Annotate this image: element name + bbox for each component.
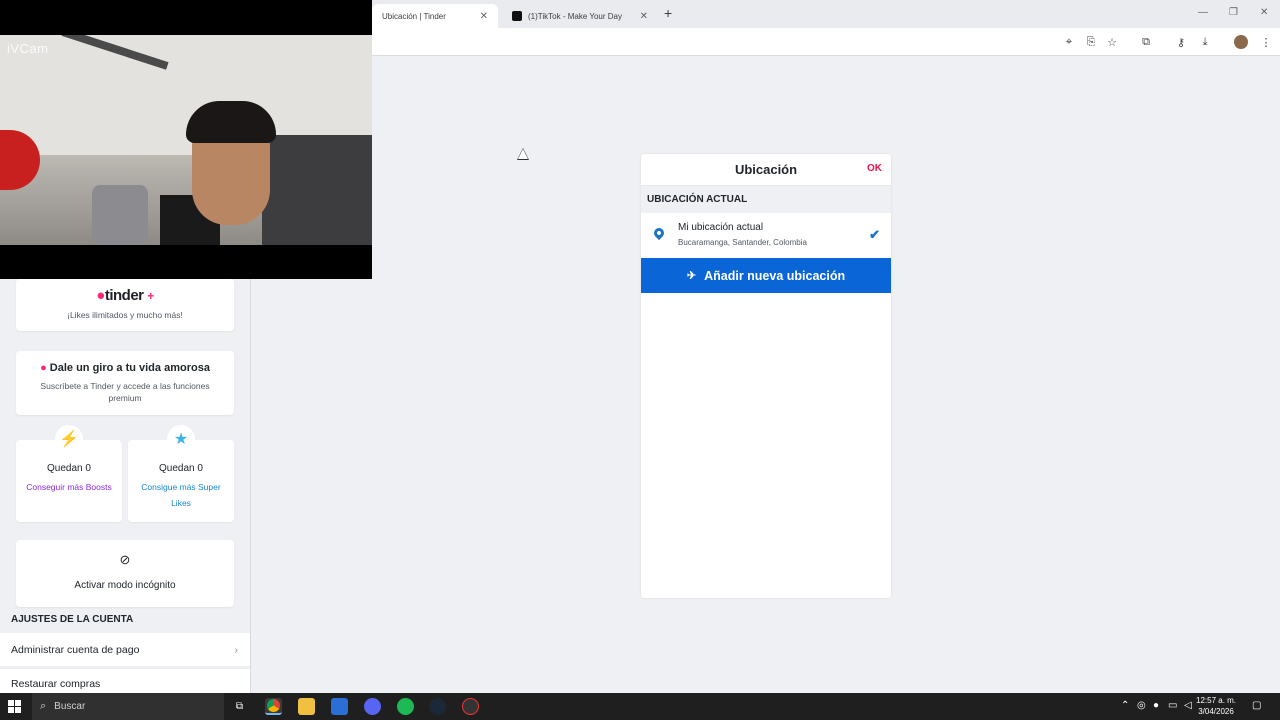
account-section-title: AJUSTES DE LA CUENTA [11,614,134,625]
store-icon[interactable] [331,698,348,715]
panel-header: Ubicación OK [641,154,891,186]
tab-tiktok[interactable]: (1)TikTok - Make Your Day ✕ [502,4,658,28]
notifications-icon[interactable]: ▢ [1252,700,1261,711]
promo-subtitle: Suscríbete a Tinder y accede a las funci… [40,381,210,403]
install-icon[interactable]: ⎘ [1084,35,1098,49]
key-icon[interactable]: ⚷ [1174,35,1188,49]
location-name: Mi ubicación actual [678,222,764,233]
extensions-icon[interactable]: ⧉ [1139,35,1153,49]
webcam-video [0,35,372,245]
download-icon[interactable]: ⤓ [1198,35,1212,49]
restore-icon[interactable]: ❐ [1229,7,1238,18]
microphone-icon[interactable]: ● [1153,700,1159,711]
webcam-label: iVCam [7,41,49,56]
current-location-section: UBICACIÓN ACTUAL [641,186,891,213]
webcam-tray-icon[interactable]: ◎ [1137,700,1146,711]
app-icon[interactable] [462,698,479,715]
boosts-count: Quedan 0 [47,463,91,474]
tiktok-favicon-icon [512,11,522,21]
flame-icon: ● [96,287,105,304]
taskbar-search[interactable]: ⌕ Buscar [32,693,224,720]
row-label: Restaurar compras [11,678,101,690]
flame-icon: ● [40,362,47,374]
task-view-icon[interactable]: ⧉ [231,698,248,715]
current-location-item[interactable]: Mi ubicación actual Bucaramanga, Santand… [641,213,891,258]
system-clock[interactable]: 12:57 a. m. 3/04/2026 [1196,695,1236,717]
menu-icon[interactable]: ⋮ [1259,35,1273,49]
file-explorer-icon[interactable] [298,698,315,715]
tab-close-icon[interactable]: ✕ [480,11,488,22]
steam-icon[interactable] [429,698,446,715]
lightning-icon: ⚡ [55,425,83,453]
incognito-label: Activar modo incógnito [74,580,176,591]
panel-title: Ubicación [734,162,798,177]
minimize-icon[interactable]: — [1198,7,1208,18]
incognito-card[interactable]: ⊘ Activar modo incógnito [16,540,234,607]
clock-date: 3/04/2026 [1198,707,1234,716]
superlikes-count: Quedan 0 [159,463,203,474]
star-icon: ★ [167,425,195,453]
location-panel: Ubicación OK UBICACIÓN ACTUAL Mi ubicaci… [641,154,891,598]
superlikes-link[interactable]: Consigue más Super Likes [138,479,224,511]
section-label: UBICACIÓN ACTUAL [647,194,748,205]
windows-start-icon[interactable] [8,700,21,713]
profile-avatar[interactable] [1234,35,1248,49]
row-label: Administrar cuenta de pago [11,643,140,656]
tab-tinder[interactable]: Ubicación | Tinder ✕ [372,4,498,28]
phone [92,185,148,245]
tinder-plus-logo: ●tinder + [96,287,154,304]
chrome-icon[interactable] [265,698,282,715]
star-icon[interactable]: ☆ [1105,35,1119,49]
close-window-icon[interactable]: ✕ [1260,7,1268,18]
tinder-plus-card[interactable]: ●tinder + ¡Likes ilimitados y mucho más! [16,279,234,331]
hair [186,101,276,143]
ok-button[interactable]: OK [867,163,882,174]
location-detail: Bucaramanga, Santander, Colombia [678,238,807,247]
row-manage-payment[interactable]: Administrar cuenta de pago › [0,633,250,666]
network-icon[interactable]: ▭ [1168,700,1177,711]
boosts-link[interactable]: Conseguir más Boosts [26,479,112,495]
new-tab-icon[interactable]: + [664,5,672,21]
shoulder [262,135,372,245]
plane-icon: ✈ [686,270,697,282]
add-location-label: Añadir nueva ubicación [704,268,846,283]
spotify-icon[interactable] [397,698,414,715]
webcam-overlay: iVCam [0,0,372,279]
promo-card[interactable]: ● Dale un giro a tu vida amorosa Suscríb… [16,351,234,415]
taskbar: ⌕ Buscar ⧉ ⌃ ◎ ● ▭ ◁ 12:57 a. m. 3/04/20… [0,693,1280,720]
tab-title: (1)TikTok - Make Your Day [528,11,622,21]
location-pin-icon [651,225,667,241]
add-location-button[interactable]: ✈ Añadir nueva ubicación [641,258,891,293]
promo-title: ● Dale un giro a tu vida amorosa [40,362,210,374]
mouse-cursor [517,148,529,160]
tab-title: Ubicación | Tinder [382,11,446,21]
search-icon: ⌕ [40,700,47,712]
chevron-up-icon[interactable]: ⌃ [1121,700,1129,711]
eye-slash-icon: ⊘ [119,552,131,567]
discord-icon[interactable] [364,698,381,715]
clock-time: 12:57 a. m. [1196,696,1237,705]
search-placeholder: Buscar [54,701,86,712]
checkmark-icon: ✔ [869,227,880,242]
settings-sidebar: ●tinder + ¡Likes ilimitados y mucho más!… [0,279,251,699]
volume-icon[interactable]: ◁ [1184,700,1192,711]
tinder-plus-tagline: ¡Likes ilimitados y mucho más! [67,310,183,320]
location-icon[interactable]: ⌖ [1062,35,1076,49]
tab-close-icon[interactable]: ✕ [640,11,648,22]
chevron-right-icon: › [234,643,239,656]
